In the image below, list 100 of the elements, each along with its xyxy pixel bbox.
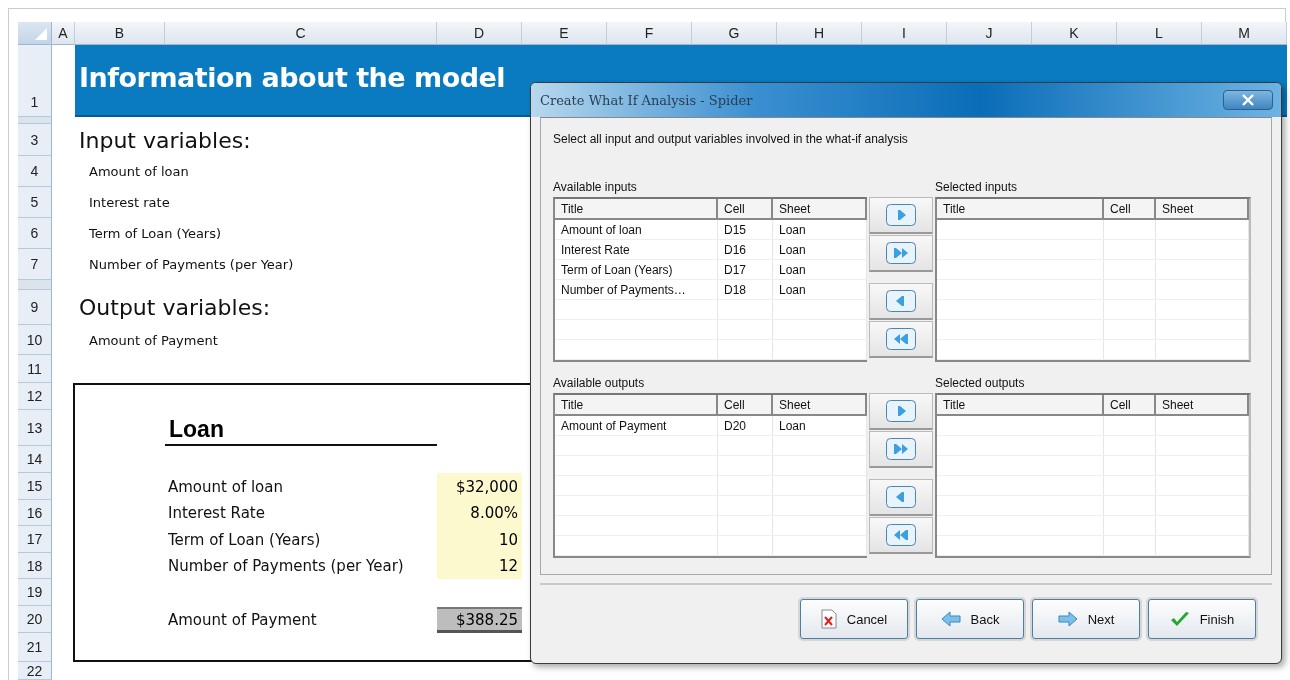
- loan-label: Number of Payments (per Year): [167, 556, 405, 577]
- row-header[interactable]: 9: [18, 290, 52, 325]
- row-header[interactable]: 6: [18, 218, 52, 249]
- table-cell[interactable]: D17: [718, 260, 773, 279]
- column-header[interactable]: Title: [555, 199, 718, 218]
- row-header[interactable]: 22: [18, 662, 52, 680]
- close-button[interactable]: [1223, 90, 1273, 110]
- move-all-button[interactable]: [869, 235, 933, 272]
- row-header[interactable]: 3: [18, 124, 52, 156]
- column-header[interactable]: F: [607, 22, 692, 45]
- instruction-text: Select all input and output variables involved in the what-if analysis: [553, 132, 909, 146]
- table-cell[interactable]: Amount of loan: [555, 220, 718, 239]
- table-cell[interactable]: D15: [718, 220, 773, 239]
- row-header[interactable]: 13: [18, 410, 52, 446]
- row-header[interactable]: 12: [18, 383, 52, 410]
- table-cell[interactable]: Amount of Payment: [555, 416, 718, 435]
- column-header[interactable]: Sheet: [773, 199, 867, 218]
- move-button[interactable]: [869, 283, 933, 320]
- table-cell[interactable]: D16: [718, 240, 773, 259]
- column-header[interactable]: Cell: [718, 395, 773, 414]
- move-all-button[interactable]: [869, 517, 933, 554]
- select-all-corner[interactable]: [18, 22, 52, 45]
- column-header[interactable]: Cell: [1104, 199, 1156, 218]
- table-cell[interactable]: Loan: [773, 240, 867, 259]
- column-header[interactable]: I: [862, 22, 947, 45]
- row-header[interactable]: 5: [18, 187, 52, 218]
- move-all-button[interactable]: [869, 321, 933, 358]
- list-label: Selected outputs: [935, 376, 1026, 392]
- row-header[interactable]: 18: [18, 553, 52, 579]
- column-header[interactable]: K: [1032, 22, 1117, 45]
- move-button[interactable]: [869, 197, 933, 234]
- variable-name: Amount of loan: [88, 163, 190, 181]
- row-header[interactable]: 4: [18, 156, 52, 187]
- column-header[interactable]: E: [522, 22, 607, 45]
- column-header[interactable]: Title: [937, 395, 1104, 414]
- variable-name: Amount of Payment: [88, 331, 219, 350]
- table-cell[interactable]: Loan: [773, 416, 867, 435]
- cancel-button[interactable]: Cancel: [800, 599, 908, 639]
- column-header[interactable]: G: [692, 22, 777, 45]
- row-header[interactable]: 1: [18, 45, 52, 117]
- output-cell[interactable]: $388.25: [437, 607, 522, 633]
- move-button[interactable]: [869, 479, 933, 516]
- column-header[interactable]: Title: [937, 199, 1104, 218]
- row-header[interactable]: 14: [18, 446, 52, 473]
- column-header[interactable]: Sheet: [773, 395, 867, 414]
- column-header[interactable]: D: [437, 22, 522, 45]
- column-header[interactable]: Sheet: [1156, 395, 1249, 414]
- column-header[interactable]: H: [777, 22, 862, 45]
- loan-title: Loan: [165, 410, 437, 446]
- column-header[interactable]: Sheet: [1156, 199, 1249, 218]
- table-cell[interactable]: Loan: [773, 260, 867, 279]
- loan-label: Interest Rate: [167, 503, 266, 524]
- left-arrow-icon: [940, 611, 961, 627]
- column-header[interactable]: Cell: [718, 199, 773, 218]
- input-cell[interactable]: 10: [437, 526, 522, 553]
- move-button[interactable]: [869, 393, 933, 430]
- column-header[interactable]: C: [165, 22, 437, 45]
- column-header[interactable]: Cell: [1104, 395, 1156, 414]
- variable-name: Interest rate: [88, 194, 171, 212]
- table-cell[interactable]: Loan: [773, 280, 867, 299]
- table-cell[interactable]: D20: [718, 416, 773, 435]
- column-header[interactable]: J: [947, 22, 1032, 45]
- list-label: Available inputs: [553, 180, 638, 196]
- row-header[interactable]: 7: [18, 249, 52, 280]
- row-header[interactable]: 10: [18, 325, 52, 355]
- back-button[interactable]: Back: [916, 599, 1024, 639]
- loan-label: Term of Loan (Years): [167, 529, 322, 551]
- column-header[interactable]: A: [52, 22, 75, 45]
- table-cell[interactable]: Interest Rate: [555, 240, 718, 259]
- row-header[interactable]: 21: [18, 633, 52, 662]
- table-cell[interactable]: Number of Payments…: [555, 280, 718, 299]
- checkmark-icon: [1169, 611, 1190, 627]
- table-cell[interactable]: D18: [718, 280, 773, 299]
- window-title: Create What If Analysis - Spider: [540, 92, 753, 108]
- document-x-icon: [820, 609, 837, 629]
- section-heading: Input variables:: [78, 126, 252, 155]
- input-cell[interactable]: 8.00%: [437, 500, 522, 526]
- input-cell[interactable]: 12: [437, 553, 522, 579]
- next-button[interactable]: Next: [1032, 599, 1140, 639]
- column-header[interactable]: B: [75, 22, 165, 45]
- row-header[interactable]: 17: [18, 526, 52, 553]
- right-arrow-icon: [1057, 611, 1078, 627]
- close-icon: [1241, 94, 1255, 106]
- row-header[interactable]: 20: [18, 606, 52, 633]
- section-heading: Output variables:: [78, 294, 272, 322]
- table-cell[interactable]: Term of Loan (Years): [555, 260, 718, 279]
- column-header[interactable]: L: [1117, 22, 1202, 45]
- finish-button[interactable]: Finish: [1148, 599, 1256, 639]
- input-cell[interactable]: $32,000: [437, 473, 522, 500]
- row-header[interactable]: 16: [18, 500, 52, 526]
- move-all-button[interactable]: [869, 431, 933, 468]
- table-cell[interactable]: Loan: [773, 220, 867, 239]
- row-header[interactable]: 19: [18, 579, 52, 606]
- row-header[interactable]: 11: [18, 355, 52, 383]
- hidden-row-marker: [18, 280, 52, 290]
- list-label: Selected inputs: [935, 180, 1019, 196]
- row-header[interactable]: 15: [18, 473, 52, 500]
- column-header[interactable]: Title: [555, 395, 718, 414]
- column-header[interactable]: M: [1202, 22, 1287, 45]
- hidden-row-marker: [18, 117, 52, 124]
